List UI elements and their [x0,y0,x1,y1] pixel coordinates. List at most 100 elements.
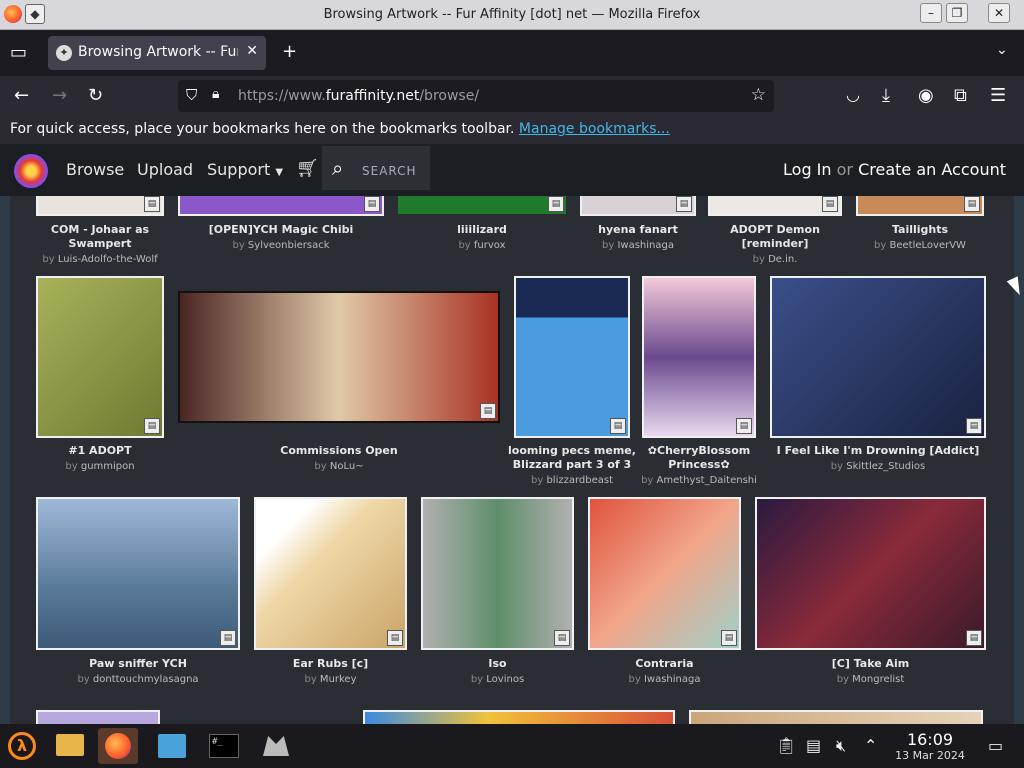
artwork-title[interactable]: COM - Johaar as Swampert [36,223,164,251]
pocket-icon[interactable]: ◡ [846,85,860,104]
url-text[interactable]: https://www.furaffinity.net/browse/ [238,88,479,104]
artist-name[interactable]: blizzardbeast [546,475,613,486]
artwork-artist[interactable]: by Lovinos [421,674,574,685]
minimize-button[interactable]: – [920,3,942,23]
artist-name[interactable]: De.in. [768,254,797,265]
artwork-title[interactable]: hyena fanart [580,223,696,237]
artwork-artist[interactable]: by Amethyst_Daitenshi [630,475,768,486]
manage-bookmarks-link[interactable]: Manage bookmarks... [519,121,670,137]
gallery-thumbnail[interactable] [36,710,160,724]
url-bar[interactable]: ⛉ 🔒︎ https://www.furaffinity.net/browse/… [178,80,774,112]
gallery-thumbnail[interactable]: ▤ [588,497,741,650]
account-icon[interactable]: ◉ [918,85,934,106]
artwork-artist[interactable]: by De.in. [708,254,842,265]
volume-muted-icon[interactable]: 🔇︎ [836,736,846,756]
forward-icon[interactable]: → [52,85,67,106]
artwork-title[interactable]: I Feel Like I'm Drowning [Addict] [770,444,986,458]
system-settings-icon[interactable] [152,728,192,764]
artist-name[interactable]: Sylveonbiersack [248,240,330,251]
artwork-artist[interactable]: by Murkey [254,674,407,685]
menu-icon[interactable]: ☰ [990,85,1006,106]
artist-name[interactable]: BeetleLoverVW [890,240,966,251]
artwork-artist[interactable]: by Skittlez_Studios [770,461,986,472]
close-window-button[interactable]: ✕ [988,3,1010,23]
artist-name[interactable]: Mongrelist [852,674,904,685]
artist-name[interactable]: Amethyst_Daitenshi [657,475,757,486]
artwork-title[interactable]: [OPEN]YCH Magic Chibi [178,223,384,237]
artwork-title[interactable]: ADOPT Demon [reminder] [708,223,842,251]
shield-icon[interactable]: ⛉ [186,86,197,104]
file-manager-icon[interactable] [50,728,90,764]
artist-name[interactable]: gummipon [81,461,135,472]
login-link[interactable]: Log In [783,160,832,179]
gallery-thumbnail[interactable]: ▤ [254,497,407,650]
lock-icon[interactable]: 🔒︎ [212,86,219,102]
firefox-taskbar-icon[interactable] [98,728,138,764]
clipboard-icon[interactable]: 📋︎ [776,736,796,755]
artist-name[interactable]: donttouchmylasagna [93,674,199,685]
clock[interactable]: 16:09 13 Mar 2024 [888,730,972,762]
artist-name[interactable]: Lovinos [486,674,524,685]
gallery-thumbnail[interactable] [689,710,983,724]
browse-link[interactable]: Browse [66,160,124,179]
gallery-thumbnail[interactable]: ▤ [514,276,630,438]
maximize-button[interactable]: ❐ [946,3,968,23]
artwork-artist[interactable]: by NoLu~ [178,461,500,472]
wolf-app-icon[interactable] [256,728,296,764]
cart-icon[interactable]: 🛒︎ [296,158,319,179]
create-account-link[interactable]: Create an Account [858,160,1006,179]
artwork-artist[interactable]: by gummipon [36,461,164,472]
artist-name[interactable]: Iwashinaga [644,674,701,685]
artist-name[interactable]: Iwashinaga [617,240,674,251]
gallery-thumbnail[interactable] [363,710,675,724]
furaffinity-logo-icon[interactable] [14,154,48,188]
artwork-artist[interactable]: by Mongrelist [755,674,986,685]
artwork-title[interactable]: liiilizard [396,223,568,237]
artwork-artist[interactable]: by Luis-Adolfo-the-Wolf [26,254,174,265]
artist-name[interactable]: Skittlez_Studios [846,461,925,472]
artwork-title[interactable]: Paw sniffer YCH [36,657,240,671]
artwork-title[interactable]: Taillights [856,223,984,237]
gallery-thumbnail[interactable]: ▤ [770,276,986,438]
artist-name[interactable]: furvox [474,240,506,251]
gallery-thumbnail[interactable]: ▤ [36,497,240,650]
artwork-title[interactable]: Ear Rubs [c] [254,657,407,671]
reload-icon[interactable]: ↻ [88,85,103,106]
extensions-icon[interactable]: ⧉ [954,85,967,106]
artist-name[interactable]: NoLu~ [330,461,364,472]
artwork-title[interactable]: looming pecs meme, Blizzard part 3 of 3 [504,444,640,472]
tray-expand-icon[interactable]: ⌃ [864,736,877,755]
new-tab-icon[interactable]: + [282,41,297,62]
artwork-title[interactable]: Commissions Open [178,444,500,458]
tab-overview-icon[interactable]: ▭ [10,42,27,63]
artwork-artist[interactable]: by Sylveonbiersack [178,240,384,251]
artwork-title[interactable]: Iso [421,657,574,671]
artwork-artist[interactable]: by blizzardbeast [504,475,640,486]
downloads-icon[interactable]: ⤓ [882,85,890,106]
upload-link[interactable]: Upload [137,160,193,179]
artwork-title[interactable]: #1 ADOPT [36,444,164,458]
site-search[interactable]: ⌕ SEARCH [322,146,430,190]
gallery-thumbnail[interactable]: ▤ [755,497,986,650]
bookmark-star-icon[interactable]: ☆ [751,85,766,105]
artwork-artist[interactable]: by furvox [396,240,568,251]
list-all-tabs-icon[interactable]: ⌄ [996,42,1008,58]
artist-name[interactable]: Luis-Adolfo-the-Wolf [58,254,158,265]
artwork-artist[interactable]: by Iwashinaga [588,674,741,685]
tab-browsing-artwork[interactable]: ✦ Browsing Artwork -- Fur A ✕ [48,36,266,70]
artwork-title[interactable]: Contraria [588,657,741,671]
back-icon[interactable]: ← [14,85,29,106]
gallery-thumbnail[interactable]: ▤ [421,497,574,650]
artwork-title[interactable]: ✿CherryBlossom Princess✿ [636,444,762,472]
show-desktop-icon[interactable]: ▭ [988,736,1003,755]
gallery-thumbnail[interactable]: ▤ [178,291,500,423]
app-launcher-icon[interactable]: λ [2,728,42,764]
support-menu[interactable]: Support ▼ [207,160,283,179]
artwork-title[interactable]: [C] Take Aim [755,657,986,671]
artwork-artist[interactable]: by Iwashinaga [570,240,706,251]
terminal-icon[interactable]: #_ [204,728,244,764]
close-tab-icon[interactable]: ✕ [246,43,258,59]
artwork-artist[interactable]: by donttouchmylasagna [36,674,240,685]
artist-name[interactable]: Murkey [320,674,357,685]
artwork-artist[interactable]: by BeetleLoverVW [846,240,994,251]
